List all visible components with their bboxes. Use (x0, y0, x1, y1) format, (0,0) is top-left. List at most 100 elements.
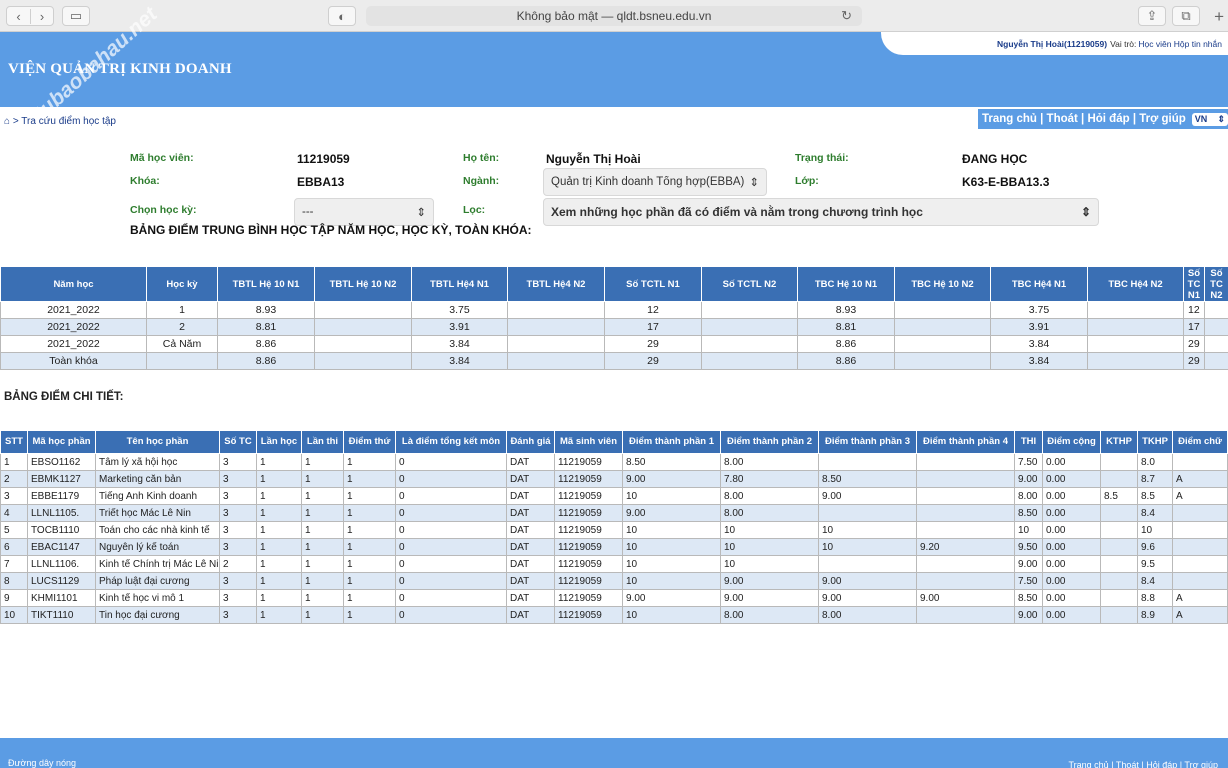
column-header: Số TCTL N1 (604, 266, 702, 302)
breadcrumb-current[interactable]: Tra cứu điểm học tập (21, 116, 116, 127)
table-cell: A (1172, 487, 1228, 505)
back-arrow-icon[interactable]: ‹ (7, 9, 30, 24)
user-name[interactable]: Nguyễn Thị Hoài(11219059) (997, 39, 1107, 49)
column-header: Số TCTL N2 (701, 266, 798, 302)
table-cell: 8.50 (818, 470, 917, 488)
table-cell (916, 504, 1015, 522)
footer-links[interactable]: Trang chủ | Thoát | Hỏi đáp | Trợ giúp (1069, 760, 1219, 768)
table-cell (314, 352, 412, 370)
share-icon[interactable]: ⇪ (1138, 6, 1166, 26)
table-cell: 9 (0, 589, 28, 607)
table-cell (894, 301, 991, 319)
select-arrow-icon: ⇕ (416, 207, 426, 219)
table-row: 10 TIKT1110 Tin học đại cương 3 1 1 1 0 DAT 11219… (0, 606, 1228, 624)
table-cell: 3 (219, 521, 257, 539)
table-cell (1100, 572, 1138, 590)
breadcrumb: ⌂ > Tra cứu điểm học tập (4, 116, 116, 127)
table-cell: EBBE1179 (27, 487, 96, 505)
table-cell: 9.00 (1014, 606, 1043, 624)
table-cell: DAT (506, 453, 555, 471)
select-arrow-icon: ⇕ (1080, 205, 1091, 219)
table-row: 3 EBBE1179 Tiếng Anh Kinh doanh 3 1 1 1 0 DAT 112… (0, 487, 1228, 505)
language-value: VN (1194, 114, 1208, 124)
detail-title: BẢNG ĐIỂM CHI TIẾT: (4, 391, 124, 403)
filter-select[interactable]: Xem những học phần đã có điểm và nằm tro… (543, 198, 1099, 226)
browser-toolbar: ‹ › ▭ ◐ Không bảo mật — qldt.bsneu.edu.v… (0, 0, 1228, 32)
table-cell (314, 318, 412, 336)
major-select[interactable]: Quản trị Kinh doanh Tổng hợp(EBBA) ⇕ (543, 168, 767, 196)
table-cell: 3.84 (411, 335, 508, 353)
site-footer: Đường dây nóng Trang chủ | Thoát | Hỏi đ… (0, 738, 1228, 768)
nav-buttons: ‹ › (6, 6, 54, 26)
table-cell (507, 335, 605, 353)
table-cell (1100, 504, 1138, 522)
table-cell: 1 (301, 589, 344, 607)
table-cell: 2 (146, 318, 218, 336)
summary-table: Năm học Học kỳ TBTL Hệ 10 N1 TBTL Hệ 10 N2 T… (0, 266, 1228, 370)
table-cell: 1 (301, 538, 344, 556)
table-cell: 8.00 (720, 606, 819, 624)
table-cell: 9.00 (622, 470, 721, 488)
table-cell: 3 (219, 538, 257, 556)
table-cell: Kinh tế Chính trị Mác Lê Nin (95, 555, 220, 573)
table-cell: 0.00 (1042, 589, 1101, 607)
table-cell: 3.75 (990, 301, 1088, 319)
privacy-shield-icon[interactable]: ◐ (328, 6, 356, 26)
table-cell: DAT (506, 589, 555, 607)
nav-bar: ⌂ > Tra cứu điểm học tập Trang chủ | Tho… (0, 107, 1228, 133)
summary-body: 2021_2022 1 8.93 3.75 12 8.93 3.75 12 2021_2022 2… (0, 301, 1228, 370)
table-cell (818, 555, 917, 573)
table-cell (146, 352, 218, 370)
table-cell: 1 (343, 572, 396, 590)
column-header: Là điểm tổng kết môn (395, 430, 507, 454)
table-cell: 3 (0, 487, 28, 505)
table-cell: A (1172, 606, 1228, 624)
table-cell: 0 (395, 589, 507, 607)
table-cell: 1 (256, 470, 302, 488)
top-nav-text[interactable]: Trang chủ | Thoát | Hỏi đáp | Trợ giúp (982, 113, 1186, 125)
forward-arrow-icon[interactable]: › (29, 8, 53, 24)
table-cell: 10 (720, 555, 819, 573)
table-cell: 0 (395, 504, 507, 522)
reload-icon[interactable]: ↻ (841, 8, 852, 24)
table-cell: 1 (343, 555, 396, 573)
table-cell: 0 (395, 606, 507, 624)
role-value[interactable]: Học viên Hộp tin nhắn (1138, 39, 1222, 49)
table-cell: 2021_2022 (0, 318, 147, 336)
semester-select[interactable]: --- ⇕ (294, 198, 434, 226)
table-cell: 8.00 (720, 487, 819, 505)
detail-table: STT Mã học phần Tên học phần Số TC Lần học Lầ… (0, 430, 1228, 624)
home-icon[interactable]: ⌂ (4, 116, 10, 127)
table-cell: Cả Năm (146, 335, 218, 353)
detail-header: STT Mã học phần Tên học phần Số TC Lần học Lầ… (0, 430, 1228, 454)
table-cell: 8.81 (797, 318, 895, 336)
table-cell: 7.50 (1014, 453, 1043, 471)
table-cell (916, 453, 1015, 471)
table-cell: 3 (219, 606, 257, 624)
table-cell: 0.00 (1042, 572, 1101, 590)
table-cell (1204, 318, 1228, 336)
new-tab-icon[interactable]: + (1214, 7, 1224, 27)
address-bar[interactable]: Không bảo mật — qldt.bsneu.edu.vn ↻ (366, 6, 862, 26)
table-cell (1204, 335, 1228, 353)
column-header: Năm học (0, 266, 147, 302)
table-cell: 11219059 (554, 606, 623, 624)
table-cell: DAT (506, 606, 555, 624)
table-cell: 8.0 (1137, 453, 1173, 471)
table-cell: Triết học Mác Lê Nin (95, 504, 220, 522)
table-cell: 1 (256, 555, 302, 573)
tabs-overview-icon[interactable]: ⧉ (1172, 6, 1200, 26)
column-header: Điểm cộng (1042, 430, 1101, 454)
sidebar-toggle-icon[interactable]: ▭ (62, 6, 90, 26)
column-header: KTHP (1100, 430, 1138, 454)
table-cell (916, 487, 1015, 505)
column-header: Đánh giá (506, 430, 555, 454)
column-header: TBTL Hệ 10 N1 (217, 266, 315, 302)
language-select[interactable]: VN ⇕ (1191, 112, 1228, 126)
table-cell: 9.00 (1014, 555, 1043, 573)
course-value: EBBA13 (297, 175, 345, 189)
column-header: Điểm thành phần 4 (916, 430, 1015, 454)
table-cell: 8.50 (1014, 504, 1043, 522)
table-cell: 5 (0, 521, 28, 539)
table-cell (818, 453, 917, 471)
